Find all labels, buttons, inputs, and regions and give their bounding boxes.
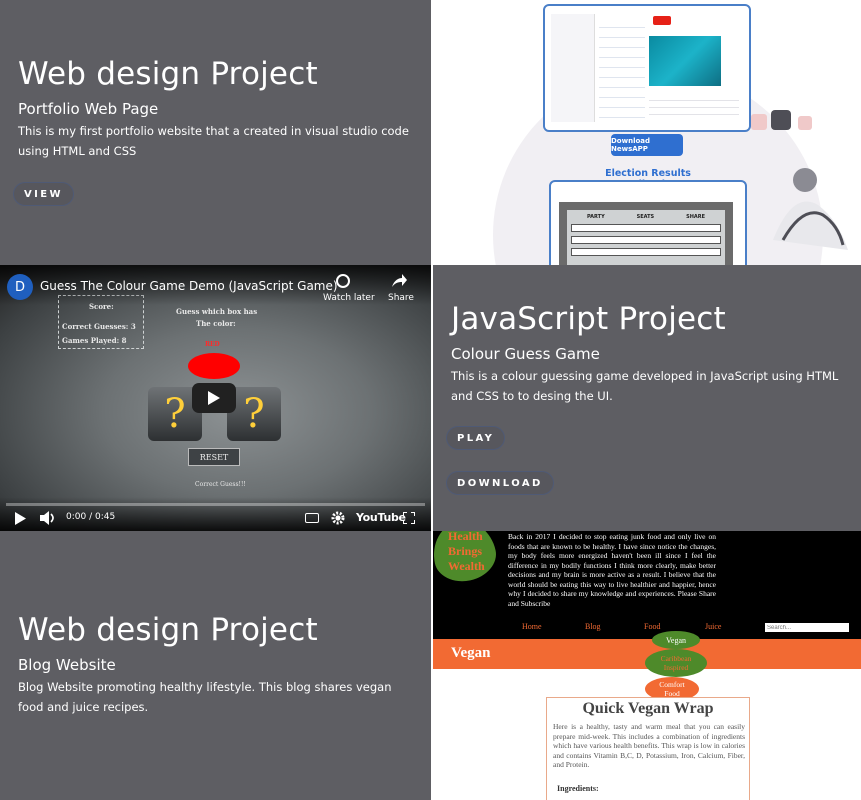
play-icon xyxy=(208,391,220,405)
channel-avatar[interactable]: D xyxy=(7,274,33,300)
download-newsapp-label: Download NewsAPP xyxy=(611,134,683,156)
project-description: This is my first portfolio website that … xyxy=(18,124,409,158)
dropdown-item-vegan[interactable]: Vegan xyxy=(652,631,700,649)
share-icon[interactable] xyxy=(391,274,407,288)
ingredients-heading: Ingredients: xyxy=(557,784,599,793)
project-card-blog: Web design Project Blog Website Blog Web… xyxy=(0,531,431,800)
blog-intro: Back in 2017 I decided to stop eating ju… xyxy=(508,532,716,608)
dropdown-item-caribbean[interactable]: Caribbean Inspired xyxy=(645,649,707,677)
recipe-card: Quick Vegan Wrap Here is a healthy, tast… xyxy=(546,697,750,800)
captions-icon[interactable] xyxy=(305,513,319,523)
game-color-word: RED xyxy=(205,341,220,348)
game-games-played: Games Played: 8 xyxy=(62,336,127,345)
youtube-logo[interactable]: YouTube xyxy=(356,511,406,524)
nav-home[interactable]: Home xyxy=(522,622,542,631)
project-title: Web design Project xyxy=(18,56,318,92)
project-subtitle: Blog Website xyxy=(18,656,116,674)
recipe-text: Here is a healthy, tasty and warm meal t… xyxy=(553,722,745,770)
recipe-title: Quick Vegan Wrap xyxy=(582,700,714,717)
project-subtitle: Portfolio Web Page xyxy=(18,100,159,118)
fullscreen-icon[interactable] xyxy=(403,512,415,524)
project-card-portfolio: Web design Project Portfolio Web Page Th… xyxy=(0,0,431,265)
nav-blog[interactable]: Blog xyxy=(585,622,601,631)
project-image-apps: Download NewsAPP Election Results Applic… xyxy=(433,0,861,265)
volume-icon[interactable] xyxy=(40,511,58,525)
project-title: Web design Project xyxy=(18,612,318,648)
blog-logo-text: Health Brings Wealth xyxy=(448,531,485,573)
play-icon[interactable] xyxy=(15,512,26,525)
youtube-embed[interactable]: Score: Correct Guesses: 3 Games Played: … xyxy=(0,265,431,531)
game-prompt-color: The color: xyxy=(196,319,236,328)
watch-later-label[interactable]: Watch later xyxy=(323,293,375,303)
blog-search-input[interactable] xyxy=(765,623,849,632)
table-header-share: SHARE xyxy=(686,214,706,220)
settings-gear-icon[interactable] xyxy=(331,511,345,525)
project-description: Blog Website promoting healthy lifestyle… xyxy=(18,680,392,714)
view-button[interactable]: VIEW xyxy=(14,183,73,205)
project-image-blog: Health Brings Wealth Back in 2017 I deci… xyxy=(433,531,861,800)
share-label[interactable]: Share xyxy=(388,293,414,303)
project-title: JavaScript Project xyxy=(451,301,726,337)
table-header-party: PARTY xyxy=(586,214,605,220)
blog-nav: Home Blog Food Juice xyxy=(433,617,861,639)
clock-icon[interactable] xyxy=(336,274,350,288)
portfolio-grid: Web design Project Portfolio Web Page Th… xyxy=(0,0,861,800)
video-progress-bar[interactable] xyxy=(6,503,425,506)
nav-food[interactable]: Food xyxy=(644,622,660,631)
video-time: 0:00 / 0:45 xyxy=(66,512,116,522)
project-description: This is a colour guessing game developed… xyxy=(451,369,839,403)
game-status: Correct Guess!!! xyxy=(195,481,246,488)
project-card-javascript: JavaScript Project Colour Guess Game Thi… xyxy=(433,265,861,531)
news-app-screenshot xyxy=(543,4,751,132)
game-correct-guesses: Correct Guesses: 3 xyxy=(62,322,136,331)
decorative-illustration xyxy=(751,110,848,250)
nav-juice[interactable]: Juice xyxy=(705,622,721,631)
play-overlay-button[interactable] xyxy=(192,383,236,413)
project-subtitle: Colour Guess Game xyxy=(451,345,600,363)
download-button[interactable]: DOWNLOAD xyxy=(447,472,553,494)
game-prompt: Guess which box has xyxy=(176,307,258,316)
game-reset-button: RESET xyxy=(188,448,240,466)
game-red-ellipse xyxy=(188,353,240,379)
table-header-seats: SEATS xyxy=(636,214,655,220)
category-title: Vegan xyxy=(451,645,491,661)
video-title[interactable]: Guess The Colour Game Demo (JavaScript G… xyxy=(40,279,338,293)
play-button[interactable]: PLAY xyxy=(447,427,505,449)
election-app-screenshot: PARTY SEATS SHARE xyxy=(549,180,747,265)
